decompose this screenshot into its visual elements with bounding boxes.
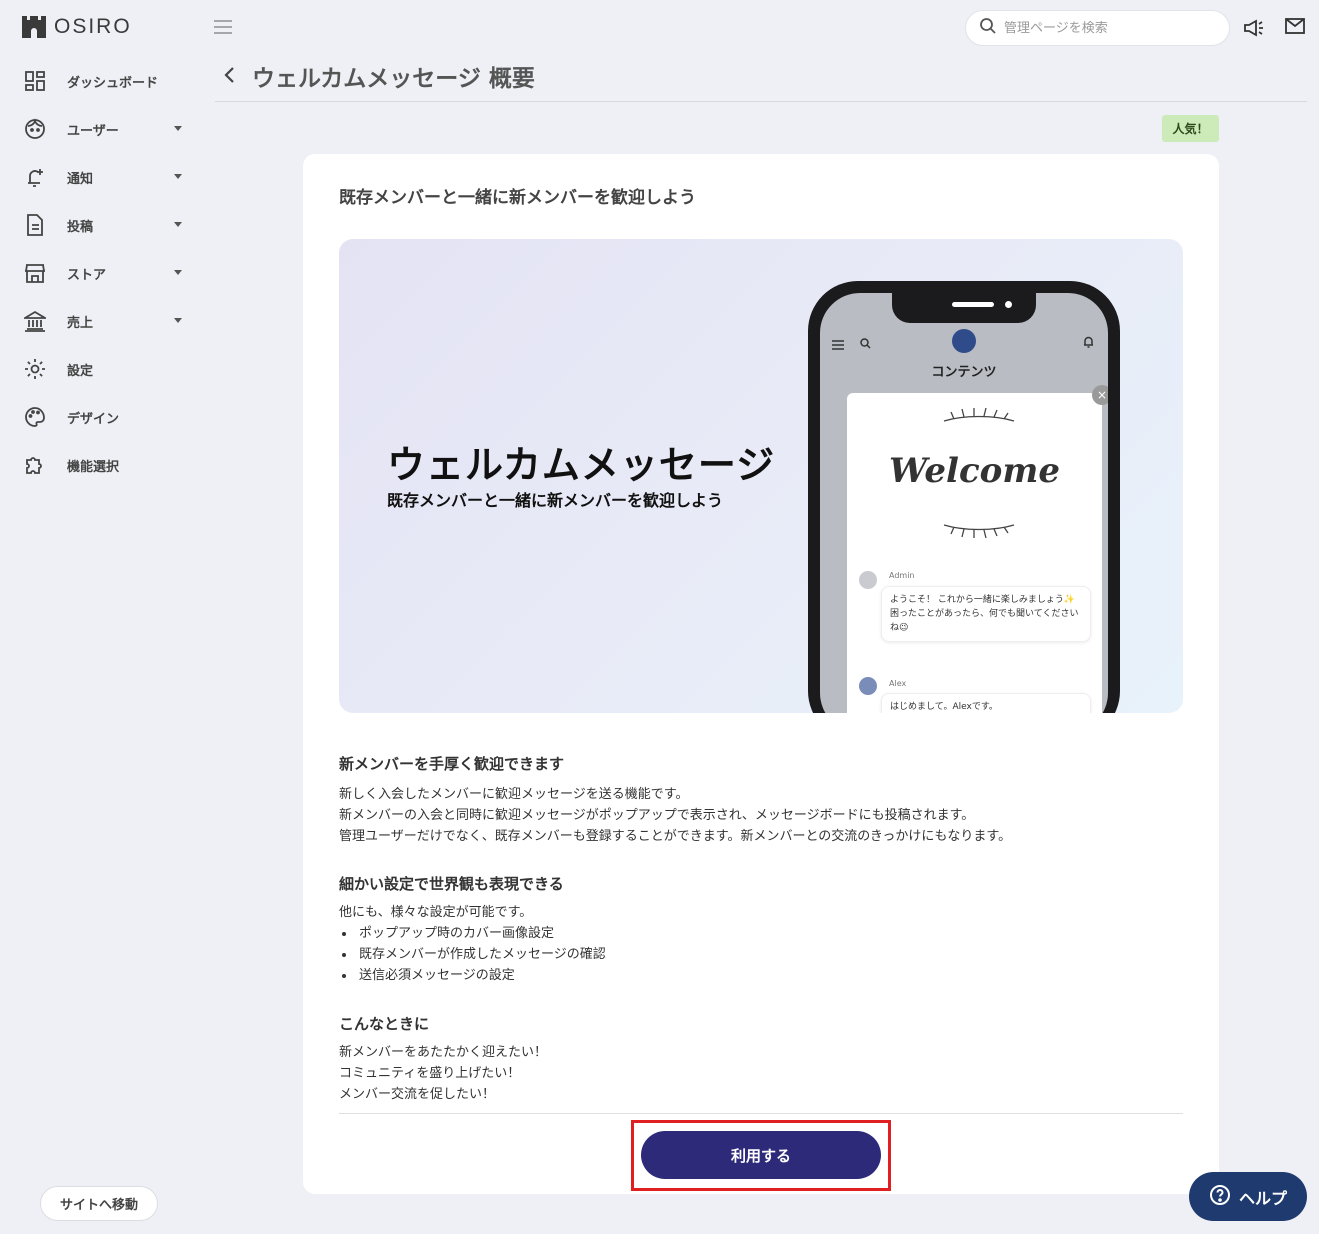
card-title: 既存メンバーと一緒に新メンバーを歓迎しよう [339, 188, 696, 208]
feature-card: 既存メンバーと一緒に新メンバーを歓迎しよう ウェルカムメッセージ 既存メンバーと… [303, 154, 1219, 1194]
sidebar-item-notifications[interactable]: 通知 [0, 153, 200, 201]
sidebar-item-label: ダッシュボード [67, 75, 159, 91]
search-box[interactable] [965, 10, 1230, 46]
chat-message: はじめまして。Alexです。 [881, 693, 1091, 713]
chat-message: ようこそ！ これから一緒に楽しみましょう✨ 困ったことがあったら、何でも聞いてく… [881, 586, 1091, 642]
list-item: 既存メンバーが作成したメッセージの確認 [339, 944, 606, 965]
sidebar-item-dashboard[interactable]: ダッシュボード [0, 57, 200, 105]
sidebar-item-label: 機能選択 [67, 459, 120, 475]
sidebar-item-store[interactable]: ストア [0, 249, 200, 297]
back-arrow-icon[interactable] [223, 66, 235, 88]
sidebar-item-label: 通知 [67, 171, 94, 187]
body-line: 新メンバーをあたたかく迎えたい！ [339, 1045, 548, 1060]
hamburger-icon [832, 335, 844, 354]
bell-plus-icon [24, 166, 46, 188]
puzzle-icon [24, 454, 46, 476]
phone-screen: コンテンツ Welcome Admin ようこそ！ これから一緒に楽しみましょう… [820, 293, 1108, 713]
page-header: ウェルカムメッセージ 概要 [215, 55, 1307, 102]
body-line: 管理ユーザーだけでなく、既存メンバーも登録することができます。新メンバーとの交流… [339, 829, 1012, 844]
sidebar-item-users[interactable]: ユーザー [0, 105, 200, 153]
divider [339, 1113, 1183, 1114]
body-line: コミュニティを盛り上げたい！ [339, 1066, 521, 1081]
section-body-welcome: 新しく入会したメンバーに歓迎メッセージを送る機能です。 新メンバーの入会と同時に… [339, 784, 1011, 847]
hero-title: ウェルカムメッセージ [387, 443, 776, 487]
sidebar-item-sales[interactable]: 売上 [0, 297, 200, 345]
page-title: ウェルカムメッセージ 概要 [252, 66, 535, 92]
hero-subtitle: 既存メンバーと一緒に新メンバーを歓迎しよう [387, 491, 724, 510]
gear-icon [24, 358, 46, 380]
use-feature-button[interactable]: 利用する [641, 1131, 881, 1179]
section-body-usecases: 新メンバーをあたたかく迎えたい！ コミュニティを盛り上げたい！ メンバー交流を促… [339, 1042, 547, 1105]
section-heading-settings: 細かい設定で世界観も表現できる [339, 875, 564, 893]
sidebar-item-settings[interactable]: 設定 [0, 345, 200, 393]
brand-logo[interactable]: OSIRO [22, 15, 132, 39]
question-icon [1209, 1184, 1231, 1210]
chevron-down-icon [174, 126, 182, 131]
sidebar-item-label: ストア [67, 267, 107, 283]
phone-notch [892, 293, 1036, 323]
close-icon: × [1092, 385, 1108, 405]
laurel-icon [939, 407, 1019, 433]
search-icon [980, 18, 996, 38]
sidebar-item-label: 売上 [67, 315, 94, 331]
phone-mockup: コンテンツ Welcome Admin ようこそ！ これから一緒に楽しみましょう… [808, 281, 1120, 713]
search-input[interactable] [1004, 20, 1204, 36]
castle-logo-icon [22, 16, 46, 38]
sidebar: OSIRO ダッシュボード ユーザー 通知 投稿 ストア 売上 設定 デザイン … [0, 0, 200, 1234]
sidebar-item-label: 投稿 [67, 219, 94, 235]
dashboard-icon [24, 70, 46, 92]
help-button[interactable]: ヘルプ [1189, 1172, 1307, 1221]
user-face-icon [24, 118, 46, 140]
welcome-text: Welcome [889, 451, 1060, 491]
brand-name: OSIRO [54, 15, 132, 38]
chat-sender-name: Alex [889, 679, 907, 688]
section-heading-welcome: 新メンバーを手厚く歓迎できます [339, 755, 565, 773]
menu-toggle-icon[interactable] [214, 19, 232, 39]
sidebar-item-label: 設定 [67, 363, 94, 379]
app-title: コンテンツ [931, 365, 997, 380]
store-icon [24, 262, 46, 284]
list-item: ポップアップ時のカバー画像設定 [339, 923, 606, 944]
chevron-down-icon [174, 270, 182, 275]
list-item: 送信必須メッセージの設定 [339, 965, 606, 986]
sidebar-item-features[interactable]: 機能選択 [0, 441, 200, 489]
avatar [859, 571, 877, 589]
chevron-down-icon [174, 222, 182, 227]
search-icon [860, 334, 871, 353]
sidebar-nav: ダッシュボード ユーザー 通知 投稿 ストア 売上 設定 デザイン 機能選択 [0, 57, 200, 489]
chevron-down-icon [174, 174, 182, 179]
body-line: 新メンバーの入会と同時に歓迎メッセージがポップアップで表示され、メッセージボード… [339, 808, 975, 823]
chevron-down-icon [174, 318, 182, 323]
sidebar-item-label: デザイン [67, 411, 120, 427]
bank-icon [24, 310, 46, 332]
document-icon [24, 214, 46, 236]
body-line: メンバー交流を促したい！ [339, 1087, 496, 1102]
avatar [859, 677, 877, 695]
go-to-site-button[interactable]: サイトへ移動 [40, 1186, 158, 1221]
laurel-icon [939, 517, 1019, 543]
section-heading-usecases: こんなときに [339, 1015, 430, 1033]
welcome-popup: Welcome Admin ようこそ！ これから一緒に楽しみましょう✨ 困ったこ… [847, 393, 1102, 713]
app-logo-icon [952, 329, 976, 353]
megaphone-icon[interactable] [1244, 18, 1266, 42]
sidebar-item-label: ユーザー [67, 123, 119, 139]
section-intro-settings: 他にも、様々な設定が可能です。 [339, 905, 533, 920]
mail-icon[interactable] [1285, 18, 1305, 38]
body-line: 新しく入会したメンバーに歓迎メッセージを送る機能です。 [339, 787, 689, 802]
bell-icon [1083, 333, 1094, 352]
sidebar-item-posts[interactable]: 投稿 [0, 201, 200, 249]
settings-list: ポップアップ時のカバー画像設定 既存メンバーが作成したメッセージの確認 送信必須… [339, 923, 606, 986]
hero-banner: ウェルカムメッセージ 既存メンバーと一緒に新メンバーを歓迎しよう コンテンツ W… [339, 239, 1183, 713]
palette-icon [24, 406, 46, 428]
sidebar-item-design[interactable]: デザイン [0, 393, 200, 441]
popular-badge: 人気！ [1162, 115, 1219, 142]
help-label: ヘルプ [1238, 1188, 1287, 1208]
chat-sender-name: Admin [889, 571, 915, 580]
